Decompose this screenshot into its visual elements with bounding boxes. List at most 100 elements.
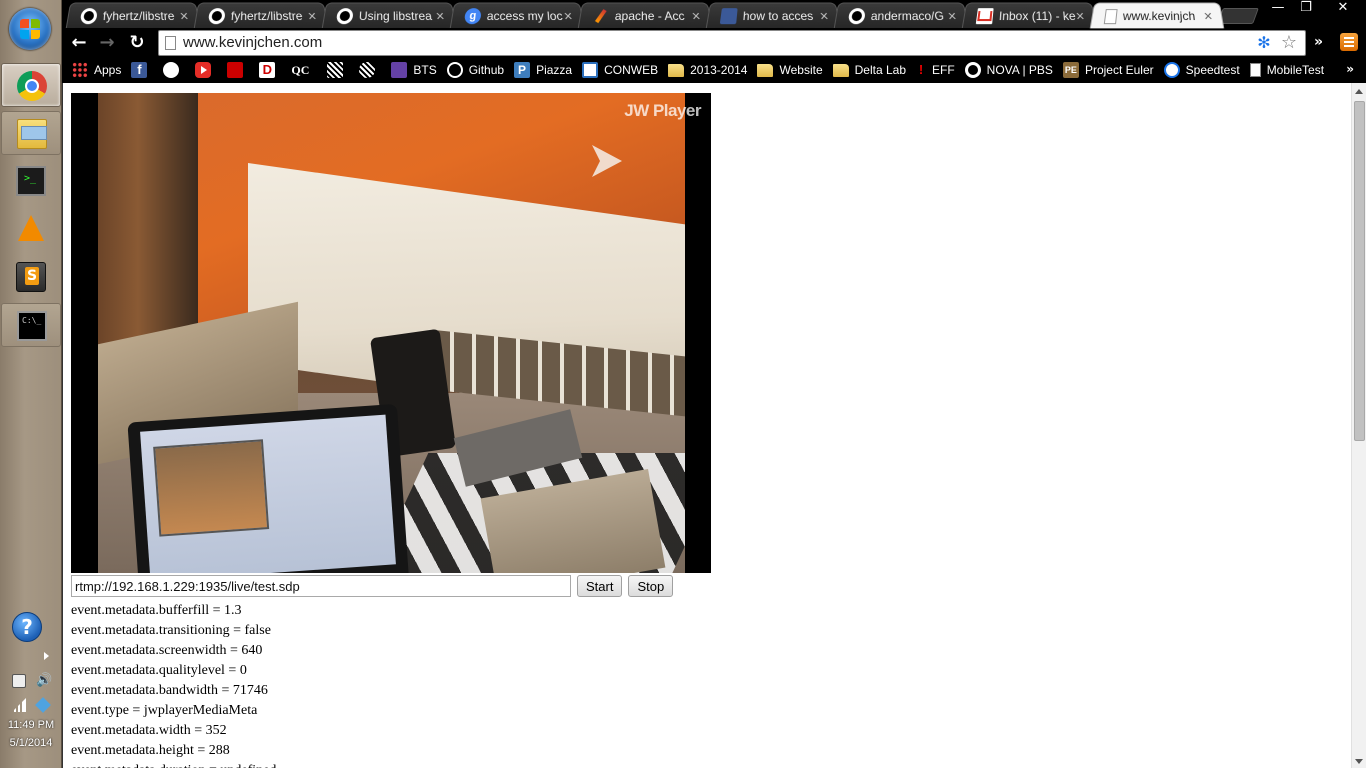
forward-icon[interactable]: →: [96, 32, 118, 54]
pattern2-icon: [359, 62, 376, 78]
bookmarks-overflow-icon[interactable]: »: [1346, 62, 1354, 76]
bookmark-reddit[interactable]: [159, 60, 191, 80]
youtube-icon: [195, 62, 212, 78]
tab-close-icon[interactable]: ✕: [946, 10, 958, 23]
bookmark-label: 2013-2014: [690, 63, 748, 77]
jw-player-watermark[interactable]: JW Player: [624, 101, 701, 121]
bookmark-label: Delta Lab: [854, 63, 906, 77]
folder-icon: [757, 63, 774, 77]
bookmark-item[interactable]: Delta Lab: [829, 60, 912, 80]
project-euler-icon: PE: [1062, 62, 1079, 78]
bookmark-label: Apps: [94, 63, 122, 77]
bookmark-pattern2[interactable]: [355, 60, 387, 80]
extensions-overflow-icon[interactable]: »: [1314, 34, 1323, 50]
bookmark-item[interactable]: Github: [443, 60, 510, 80]
vlc-icon: [18, 215, 44, 241]
event-log-line: event.metadata.bufferfill = 1.3: [71, 603, 242, 618]
bookmark-d[interactable]: D: [255, 60, 287, 80]
tab-close-icon[interactable]: ✕: [434, 10, 446, 23]
scroll-down-icon[interactable]: [1355, 759, 1363, 764]
start-button[interactable]: [9, 8, 51, 50]
cmd-icon: [17, 311, 47, 341]
browser-tab[interactable]: Inbox (11) - ke ✕: [961, 2, 1097, 29]
taskbar-sublime-button[interactable]: [1, 255, 61, 299]
browser-tab[interactable]: fyhertz/libstre ✕: [193, 2, 329, 29]
bookmark-youtube[interactable]: [191, 60, 223, 80]
taskbar-terminal-button[interactable]: [1, 159, 61, 203]
scroll-up-icon[interactable]: [1355, 89, 1363, 94]
bookmark-item[interactable]: CONWEB: [578, 60, 664, 80]
d-icon: D: [259, 62, 276, 78]
bookmark-facebook[interactable]: f: [127, 60, 159, 80]
clock-time[interactable]: 11:49 PM: [2, 719, 60, 731]
bookmark-item[interactable]: P Piazza: [510, 60, 578, 80]
bookmark-item[interactable]: PE Project Euler: [1059, 60, 1160, 80]
taskbar-explorer-button[interactable]: [1, 111, 61, 155]
gmail-icon: [975, 8, 994, 25]
nova-icon: [964, 62, 981, 78]
window-controls: — ❐ ✕: [1264, 0, 1366, 18]
browser-tab[interactable]: Using libstrea ✕: [321, 2, 457, 29]
chrome-menu-icon[interactable]: [1340, 33, 1358, 51]
tab-close-icon[interactable]: ✕: [1202, 10, 1214, 23]
tab-close-icon[interactable]: ✕: [690, 10, 702, 23]
browser-tab[interactable]: g access my loc ✕: [449, 2, 585, 29]
tab-close-icon[interactable]: ✕: [306, 10, 318, 23]
bookmark-red[interactable]: [223, 60, 255, 80]
taskbar-cmd-button[interactable]: [1, 303, 61, 347]
address-bar[interactable]: www.kevinjchen.com ✻ ☆: [158, 30, 1306, 56]
usb-icon[interactable]: [12, 674, 26, 688]
browser-tab[interactable]: www.kevinjch ✕: [1089, 2, 1225, 29]
back-icon[interactable]: ←: [68, 32, 90, 54]
close-icon[interactable]: ✕: [1320, 0, 1366, 18]
bookmark-pattern[interactable]: [323, 60, 355, 80]
bookmark-label: NOVA | PBS: [986, 63, 1053, 77]
signal-icon[interactable]: [12, 698, 26, 712]
tab-close-icon[interactable]: ✕: [818, 10, 830, 23]
jw-player[interactable]: JW Player: [71, 93, 711, 573]
tab-close-icon[interactable]: ✕: [562, 10, 574, 23]
tab-title: www.kevinjch: [1122, 9, 1196, 24]
address-url[interactable]: www.kevinjchen.com: [183, 34, 322, 52]
dropbox-icon[interactable]: [35, 697, 51, 713]
volume-icon[interactable]: 🔊: [36, 674, 52, 688]
reload-icon[interactable]: ↻: [126, 32, 148, 54]
bookmark-label: Website: [779, 63, 823, 77]
reddit-icon: [163, 62, 180, 78]
minimize-icon[interactable]: —: [1264, 0, 1292, 18]
bookmark-item[interactable]: BTS: [387, 60, 442, 80]
tab-close-icon[interactable]: ✕: [178, 10, 190, 23]
taskbar-chrome-button[interactable]: [1, 63, 61, 107]
scrollbar-thumb[interactable]: [1354, 101, 1365, 441]
bookmark-item[interactable]: ! EFF: [912, 60, 961, 80]
github-icon: [446, 62, 463, 78]
bookmark-item[interactable]: MobileTest: [1246, 60, 1330, 80]
bookmark-item[interactable]: 2013-2014: [664, 60, 753, 80]
bookmark-label: BTS: [413, 63, 437, 77]
browser-tab[interactable]: apache - Acc ✕: [577, 2, 713, 29]
bookmark-item[interactable]: NOVA | PBS: [961, 60, 1059, 80]
stop-button[interactable]: Stop: [628, 575, 674, 597]
browser-tab[interactable]: fyhertz/libstre ✕: [65, 2, 201, 29]
clock-date[interactable]: 5/1/2014: [2, 737, 60, 749]
chrome-icon: [17, 71, 47, 101]
browser-tab[interactable]: how to acces ✕: [705, 2, 841, 29]
restore-icon[interactable]: ❐: [1292, 0, 1320, 18]
tab-close-icon[interactable]: ✕: [1074, 10, 1086, 23]
bookmark-qc[interactable]: QC: [287, 60, 323, 80]
start-button[interactable]: Start: [577, 575, 623, 597]
page-scrollbar[interactable]: [1351, 83, 1366, 768]
bookmark-star-icon[interactable]: ☆: [1279, 33, 1299, 53]
extension-icon[interactable]: ✻: [1255, 34, 1273, 52]
tray-expand-icon[interactable]: [44, 652, 49, 660]
video-frame[interactable]: [98, 93, 685, 573]
new-tab-button[interactable]: [1217, 8, 1259, 24]
taskbar-vlc-button[interactable]: [1, 207, 61, 251]
conweb-icon: [582, 62, 599, 78]
help-icon[interactable]: ?: [12, 612, 42, 642]
bookmark-item[interactable]: Website: [753, 60, 828, 80]
bookmark-apps[interactable]: Apps: [68, 60, 127, 80]
browser-tab[interactable]: andermaco/G ✕: [833, 2, 969, 29]
stream-url-input[interactable]: [71, 575, 571, 597]
bookmark-item[interactable]: Speedtest: [1160, 60, 1246, 80]
